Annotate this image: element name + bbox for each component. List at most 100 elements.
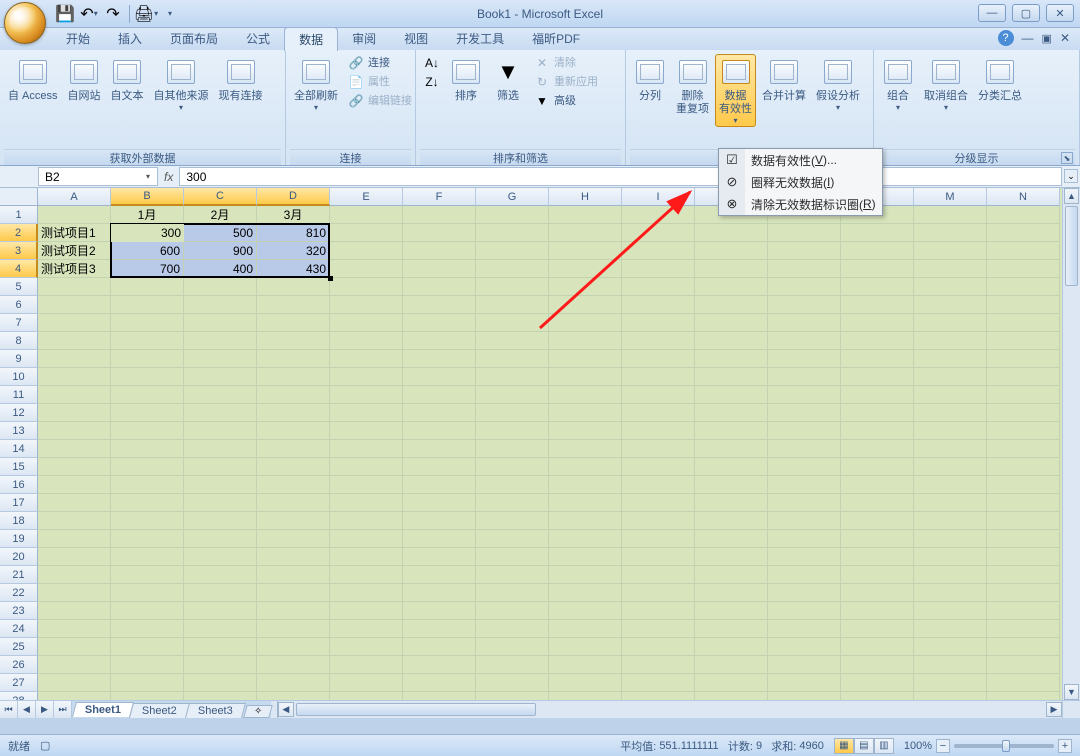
cell[interactable]	[257, 404, 330, 422]
cell[interactable]	[38, 296, 111, 314]
scroll-right-button[interactable]: ▶	[1046, 702, 1062, 717]
cell[interactable]	[476, 242, 549, 260]
cell[interactable]	[622, 314, 695, 332]
from-other-button[interactable]: 自其他来源▾	[150, 54, 213, 114]
cell[interactable]	[695, 674, 768, 692]
cell[interactable]	[403, 494, 476, 512]
cell[interactable]	[987, 242, 1060, 260]
cell[interactable]	[403, 368, 476, 386]
cell[interactable]	[38, 314, 111, 332]
cell[interactable]	[768, 530, 841, 548]
row-header[interactable]: 24	[0, 620, 38, 638]
cell[interactable]	[403, 530, 476, 548]
cell[interactable]	[184, 602, 257, 620]
cell[interactable]	[914, 404, 987, 422]
zoom-level[interactable]: 100%	[904, 740, 932, 752]
cell[interactable]	[914, 674, 987, 692]
cell[interactable]	[768, 602, 841, 620]
cell[interactable]	[257, 512, 330, 530]
cell[interactable]	[476, 350, 549, 368]
connections-button[interactable]: 🔗连接	[344, 54, 416, 72]
cell[interactable]	[257, 314, 330, 332]
cell[interactable]	[695, 458, 768, 476]
cell[interactable]	[549, 530, 622, 548]
cell[interactable]	[914, 476, 987, 494]
cell[interactable]	[987, 278, 1060, 296]
cell[interactable]	[695, 620, 768, 638]
cell[interactable]	[111, 512, 184, 530]
cell[interactable]	[549, 674, 622, 692]
fx-icon[interactable]: fx	[164, 170, 173, 184]
cell[interactable]	[184, 548, 257, 566]
sheet-prev-button[interactable]: ◀	[18, 701, 36, 718]
view-normal-button[interactable]: ▦	[834, 738, 854, 754]
cell[interactable]	[695, 548, 768, 566]
cell[interactable]	[111, 458, 184, 476]
cell[interactable]	[111, 350, 184, 368]
cell[interactable]	[403, 332, 476, 350]
tab-home[interactable]: 开始	[52, 27, 104, 50]
cell[interactable]	[914, 206, 987, 224]
cell[interactable]	[768, 350, 841, 368]
row-header[interactable]: 17	[0, 494, 38, 512]
row-header[interactable]: 27	[0, 674, 38, 692]
cell[interactable]	[987, 314, 1060, 332]
existing-conn-button[interactable]: 现有连接	[215, 54, 267, 105]
cell[interactable]	[476, 260, 549, 278]
qat-customize[interactable]: ▾	[159, 3, 181, 25]
cell[interactable]: 3月	[257, 206, 330, 224]
cell[interactable]	[476, 566, 549, 584]
cell[interactable]	[549, 368, 622, 386]
cell[interactable]	[549, 278, 622, 296]
cell[interactable]	[914, 548, 987, 566]
cell[interactable]	[622, 440, 695, 458]
cell[interactable]	[549, 602, 622, 620]
row-header[interactable]: 1	[0, 206, 38, 224]
column-header[interactable]: N	[987, 188, 1060, 206]
cell[interactable]	[987, 692, 1060, 700]
cell[interactable]	[38, 638, 111, 656]
cell[interactable]	[914, 332, 987, 350]
cell[interactable]	[403, 224, 476, 242]
cell[interactable]	[695, 602, 768, 620]
cell[interactable]	[184, 332, 257, 350]
from-text-button[interactable]: 自文本	[107, 54, 148, 105]
cell[interactable]	[403, 620, 476, 638]
cell[interactable]	[184, 296, 257, 314]
cell[interactable]	[695, 350, 768, 368]
select-all-corner[interactable]	[0, 188, 38, 206]
cell[interactable]	[476, 440, 549, 458]
cell[interactable]	[549, 620, 622, 638]
cell[interactable]	[841, 548, 914, 566]
cell[interactable]: 600	[111, 242, 184, 260]
cell[interactable]	[768, 692, 841, 700]
cell[interactable]	[841, 422, 914, 440]
sheet-tab-3[interactable]: Sheet3	[185, 703, 246, 718]
tab-foxit-pdf[interactable]: 福昕PDF	[518, 27, 594, 50]
cell[interactable]	[841, 440, 914, 458]
column-header[interactable]: I	[622, 188, 695, 206]
cell[interactable]	[184, 638, 257, 656]
cell[interactable]	[330, 314, 403, 332]
cell[interactable]	[549, 476, 622, 494]
cell[interactable]	[184, 584, 257, 602]
cell[interactable]	[768, 494, 841, 512]
cell[interactable]	[841, 494, 914, 512]
row-header[interactable]: 18	[0, 512, 38, 530]
cell[interactable]	[111, 476, 184, 494]
cells-area[interactable]: 1月2月3月测试项目1300500810测试项目2600900320测试项目37…	[38, 206, 1062, 700]
cell[interactable]	[38, 620, 111, 638]
cell[interactable]	[476, 314, 549, 332]
cell[interactable]	[184, 404, 257, 422]
cell[interactable]	[476, 584, 549, 602]
cell[interactable]	[330, 368, 403, 386]
cell[interactable]	[987, 350, 1060, 368]
cell[interactable]	[330, 602, 403, 620]
cell[interactable]	[549, 422, 622, 440]
row-header[interactable]: 25	[0, 638, 38, 656]
cell[interactable]	[257, 422, 330, 440]
menu-data-validation[interactable]: ☑ 数据有效性(V)...	[719, 149, 882, 171]
cell[interactable]	[330, 404, 403, 422]
cell[interactable]	[476, 404, 549, 422]
row-header[interactable]: 2	[0, 224, 38, 242]
